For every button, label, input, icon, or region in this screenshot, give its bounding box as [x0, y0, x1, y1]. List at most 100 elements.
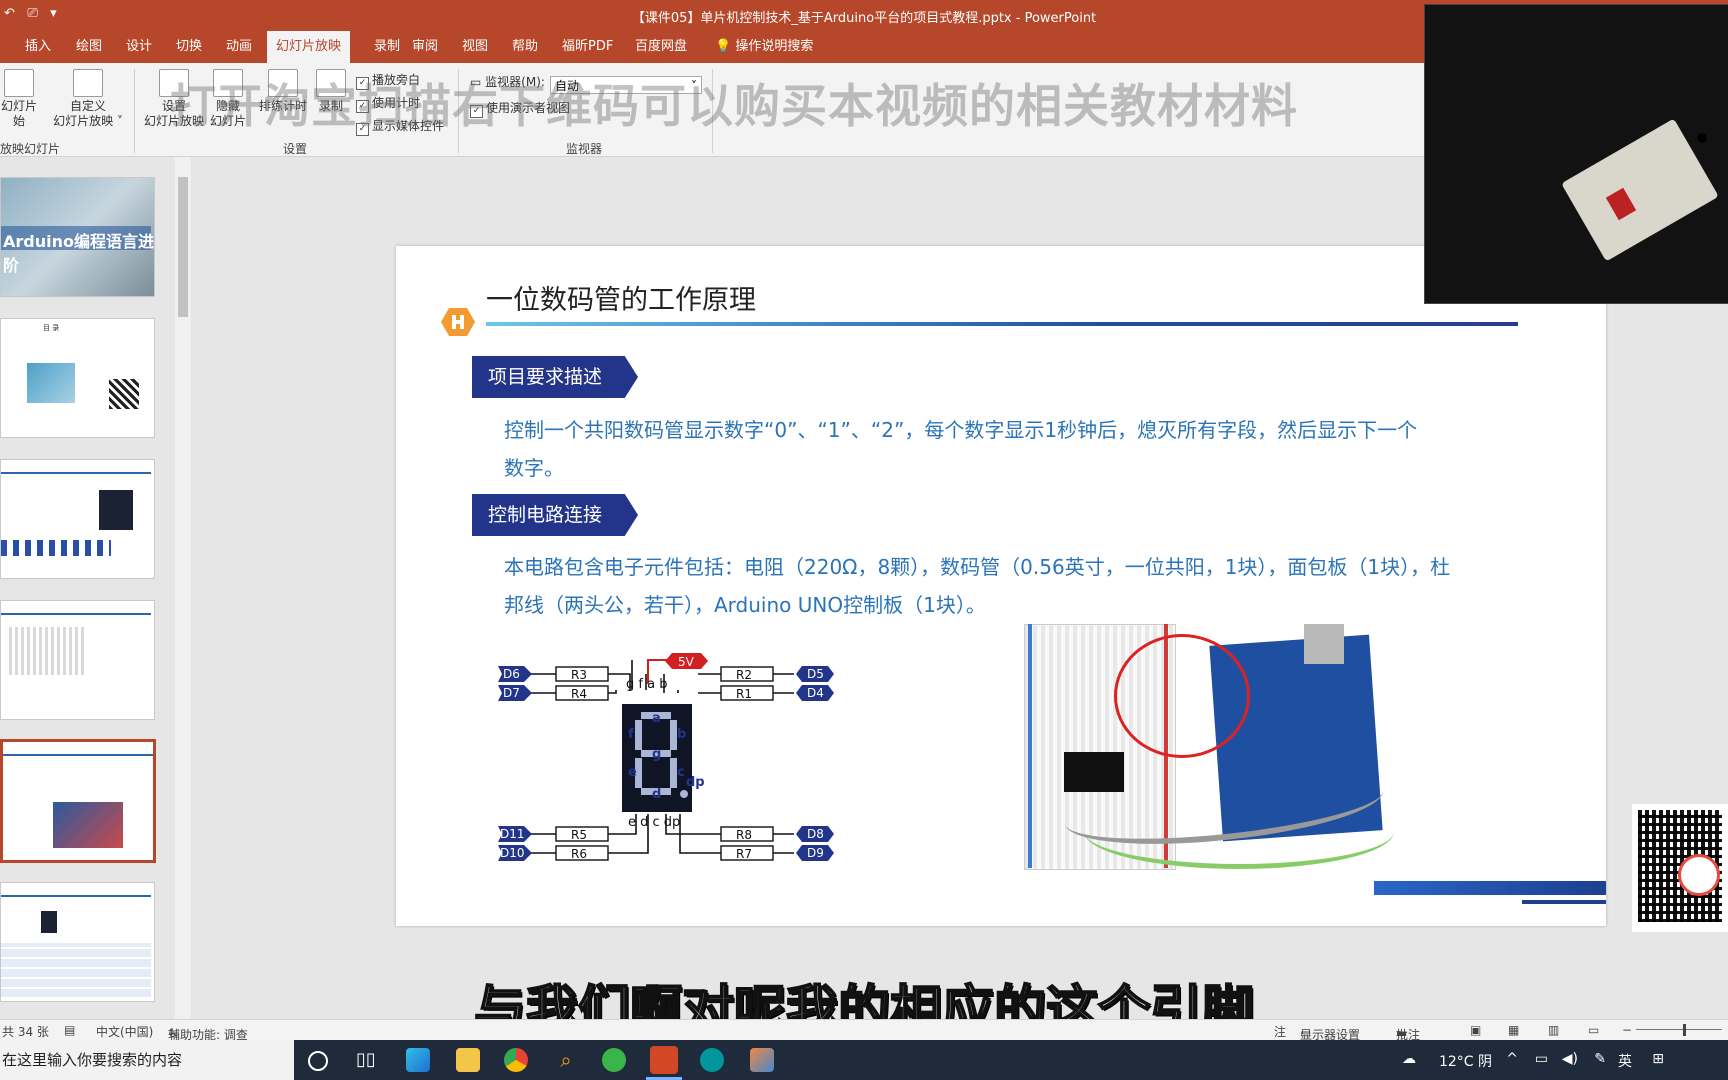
circuit-text-line2: 邦线（两头公，若干），Arduino UNO控制板（1块）。	[504, 593, 986, 617]
weather-text[interactable]: 12°C 阴	[1439, 1051, 1492, 1071]
thumbnail-image	[27, 363, 75, 403]
resistor-label: R3	[571, 668, 587, 682]
tab-help[interactable]: 帮助	[503, 31, 547, 63]
webcam-breadboard-image	[1561, 118, 1719, 262]
tab-transitions[interactable]: 切换	[167, 31, 211, 63]
circuit-diagram: 5V D6 D7 D5 D4 D11 D10 D8 D9 R3 R4 R2 R1…	[498, 653, 834, 861]
scrollbar-thumb[interactable]	[178, 177, 188, 317]
segment-label: dp	[686, 775, 705, 790]
slide-footer-bar	[1374, 881, 1606, 895]
tab-insert[interactable]: 插入	[16, 31, 60, 63]
pin-label: D11	[500, 827, 525, 841]
tab-foxit-pdf[interactable]: 福昕PDF	[553, 31, 622, 63]
input-mode-icon[interactable]: ⊞	[1652, 1051, 1664, 1067]
tab-slideshow[interactable]: 幻灯片放映	[267, 31, 351, 63]
chevron-up-icon[interactable]: ^	[1506, 1051, 1518, 1067]
notes-button[interactable]: 注	[1274, 1023, 1286, 1040]
pin-label: D6	[503, 667, 520, 681]
pin-label: D4	[807, 686, 824, 700]
ribbon-separator	[134, 69, 135, 153]
normal-view-icon[interactable]: ▣	[1470, 1023, 1481, 1037]
windows-taskbar: 在这里输入你要搜索的内容 ▯▯ ⌕ ☁ 12°C 阴 ^ ▭ ◀) ✎ 英 ⊞	[0, 1040, 1728, 1080]
status-bar: 共 34 张 ▤ 中文(中国) ♿ 辅助功能: 调查 注 ▭ 显示器设置 ▬ 批注…	[0, 1019, 1728, 1042]
ime-indicator[interactable]: 英	[1618, 1051, 1632, 1071]
task-view-icon[interactable]: ▯▯	[356, 1048, 380, 1072]
zoom-slider-thumb[interactable]	[1683, 1024, 1686, 1036]
cortana-icon[interactable]	[308, 1051, 328, 1071]
network-icon[interactable]: ▭	[1535, 1051, 1548, 1067]
weather-icon[interactable]: ☁	[1402, 1051, 1416, 1067]
digit-pin-labels-bottom: e d c dp	[628, 815, 680, 830]
tab-view[interactable]: 视图	[453, 31, 497, 63]
tab-draw[interactable]: 绘图	[67, 31, 111, 63]
spell-check-icon[interactable]: ▤	[64, 1023, 75, 1037]
resistor-label: R6	[571, 847, 587, 861]
slide-canvas[interactable]: 一位数码管的工作原理 项目要求描述 控制一个共阳数码管显示数字“0”、“1”、“…	[396, 246, 1606, 926]
browser-360-icon[interactable]	[602, 1048, 626, 1072]
thumbnail-title: Arduino编程语言进阶	[3, 232, 154, 275]
arduino-ide-icon[interactable]	[700, 1048, 724, 1072]
digit-pin-labels-top: g f a b	[626, 677, 667, 692]
slideshow-icon	[4, 69, 34, 97]
custom-show-icon	[73, 69, 103, 97]
segment-label: b	[677, 727, 686, 742]
segment-label: e	[628, 765, 637, 780]
resistor-label: R1	[736, 687, 752, 701]
group-setup-label: 设置	[283, 142, 308, 156]
lightbulb-icon: 💡	[715, 39, 732, 54]
thumbnail-line	[1, 613, 151, 615]
tab-review[interactable]: 审阅	[403, 31, 447, 63]
pin-label: D7	[503, 686, 520, 700]
slide-count: 共 34 张	[2, 1025, 49, 1039]
slide-thumbnail[interactable]	[0, 459, 155, 579]
qr-code	[1632, 804, 1728, 932]
edge-icon[interactable]	[406, 1048, 430, 1072]
zoom-slider[interactable]	[1636, 1029, 1722, 1030]
slide-sorter-icon[interactable]: ▦	[1508, 1023, 1519, 1037]
taskbar-search-box[interactable]: 在这里输入你要搜索的内容	[0, 1040, 294, 1080]
thumbnail-image	[9, 627, 85, 675]
webcam-overlay	[1424, 4, 1728, 304]
red-wire-image	[1114, 634, 1250, 758]
tab-baidu-netdisk[interactable]: 百度网盘	[626, 31, 696, 63]
custom-slideshow-button[interactable]: 自定义 幻灯片放映 ˅	[50, 69, 126, 129]
slide-footer-bar	[1522, 900, 1606, 904]
requirements-text-line2: 数字。	[504, 456, 564, 480]
file-explorer-icon[interactable]	[456, 1048, 480, 1072]
chrome-icon[interactable]	[504, 1048, 528, 1072]
pen-icon[interactable]: ✎	[1594, 1051, 1606, 1067]
segment-label: a	[652, 711, 661, 726]
thumbnail-line	[1, 895, 151, 897]
slide-thumbnail[interactable]: Arduino编程语言进阶	[0, 177, 155, 297]
language-indicator[interactable]: 中文(中国)	[96, 1023, 153, 1040]
image-editor-icon[interactable]	[750, 1048, 774, 1072]
usb-connector-image	[1304, 624, 1344, 664]
circuit-text-line1: 本电路包含电子元件包括：电阻（220Ω，8颗），数码管（0.56英寸，一位共阳，…	[504, 555, 1451, 579]
pin-label: D10	[500, 846, 525, 860]
tell-me-search[interactable]: 💡 操作说明搜索	[706, 31, 822, 63]
title-underline	[486, 322, 1518, 326]
thumbnail-image	[99, 490, 133, 530]
segment-label: c	[677, 765, 685, 780]
resistor-label: R8	[736, 828, 752, 842]
webcam-cursor-image	[1697, 133, 1707, 143]
power-label: 5V	[678, 655, 695, 669]
slide-thumbnail-selected[interactable]	[0, 739, 156, 863]
thumbnail-image	[53, 802, 123, 848]
thumbnail-line	[1, 472, 151, 474]
start-slideshow-button[interactable]: 幻灯片 始	[0, 69, 44, 129]
group-start-label: 放映幻灯片	[0, 142, 61, 156]
tab-animations[interactable]: 动画	[217, 31, 261, 63]
volume-icon[interactable]: ◀)	[1562, 1051, 1578, 1067]
powerpoint-icon[interactable]	[650, 1046, 678, 1074]
slide-thumbnail[interactable]	[0, 600, 155, 720]
thumbnail-scrollbar[interactable]	[175, 157, 191, 1019]
slide-thumbnail[interactable]: 目 录	[0, 318, 155, 438]
search-app-icon[interactable]: ⌕	[554, 1048, 578, 1072]
slideshow-view-icon[interactable]: ▭	[1588, 1023, 1599, 1037]
thumbnail-line	[3, 754, 153, 756]
resistor-label: R2	[736, 668, 752, 682]
zoom-out-icon[interactable]: −	[1622, 1023, 1632, 1037]
reading-view-icon[interactable]: ▥	[1548, 1023, 1559, 1037]
tab-design[interactable]: 设计	[117, 31, 161, 63]
